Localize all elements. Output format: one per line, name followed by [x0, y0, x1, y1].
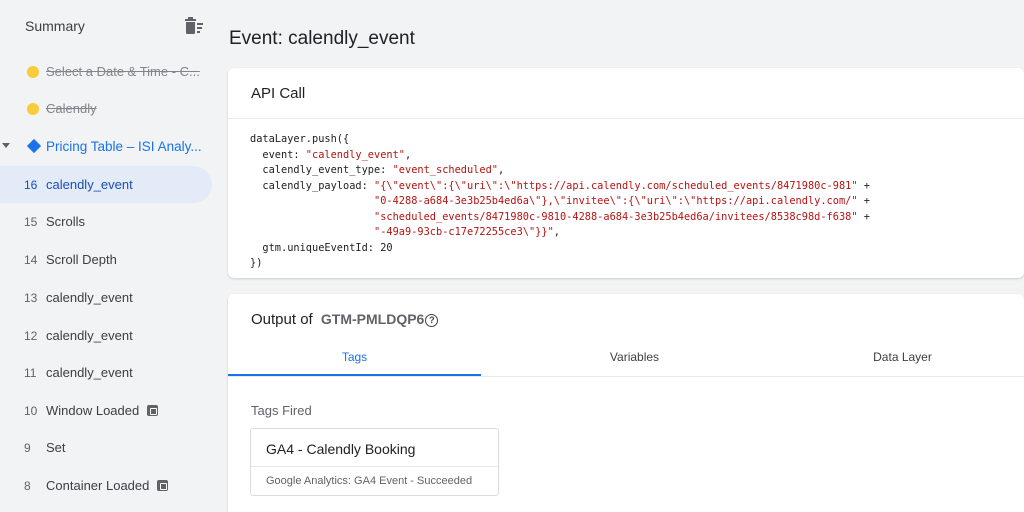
event-number: 11 [24, 365, 37, 380]
output-card: Output of GTM-PMLDQP6? Tags Variables Da… [228, 294, 1024, 512]
delete-sweep-icon[interactable] [184, 17, 204, 35]
api-call-title: API Call [251, 85, 306, 102]
api-call-code: dataLayer.push({ event: "calendly_event"… [250, 133, 870, 269]
event-label: calendly_event [46, 177, 133, 192]
event-label: Scrolls [46, 214, 86, 229]
event-label: Container Loaded [46, 478, 169, 493]
output-title-text: Output of [251, 311, 313, 328]
sidebar-event-8[interactable]: 8 Container Loaded [0, 467, 212, 504]
event-number: 15 [24, 214, 38, 229]
page-title: Event: calendly_event [229, 28, 415, 49]
code-string: "-49a9-93cb-c17e72255ce3\"}}" [374, 226, 554, 238]
event-label: Scroll Depth [46, 252, 117, 267]
sidebar-item-select-date[interactable]: Select a Date & Time - C... [0, 53, 212, 90]
sidebar-event-13[interactable]: 13 calendly_event [0, 279, 212, 316]
event-number: 13 [24, 290, 38, 305]
sidebar-item-calendly[interactable]: Calendly [0, 90, 212, 127]
tab-tags[interactable]: Tags [228, 338, 481, 376]
container-id: GTM-PMLDQP6 [320, 311, 425, 327]
output-title: Output of GTM-PMLDQP6? [251, 311, 439, 328]
event-label-text: Window Loaded [46, 403, 140, 418]
tag-card[interactable]: GA4 - Calendly Booking Google Analytics:… [250, 428, 499, 496]
divider [228, 118, 1024, 119]
sidebar-event-10[interactable]: 10 Window Loaded [0, 392, 212, 429]
sidebar-event-11[interactable]: 11 calendly_event [0, 354, 212, 391]
help-circle-icon[interactable]: ? [425, 314, 439, 327]
tags-fired-label: Tags Fired [251, 403, 312, 418]
container-badge-icon [157, 480, 169, 491]
event-number: 8 [24, 478, 31, 493]
code-string: "event_scheduled" [392, 164, 498, 176]
code-line: }) [250, 257, 263, 269]
tag-status: Google Analytics: GA4 Event - Succeeded [266, 475, 473, 487]
event-label: Set [46, 440, 66, 455]
api-call-card: API Call dataLayer.push({ event: "calend… [228, 68, 1024, 278]
sidebar-event-9[interactable]: 9 Set [0, 429, 212, 466]
event-label: calendly_event [46, 365, 133, 380]
sidebar-item-label: Calendly [46, 101, 97, 116]
tab-data-layer[interactable]: Data Layer [776, 338, 1024, 376]
sidebar-item-label: Select a Date & Time - C... [46, 64, 200, 79]
code-key: calendly_payload: [250, 179, 374, 192]
divider [251, 466, 498, 467]
summary-title: Summary [25, 18, 85, 34]
event-label: calendly_event [46, 328, 133, 343]
code-number: 20 [380, 241, 393, 254]
sidebar: Summary Select a Date & Time - C... Cale… [0, 0, 216, 512]
event-number: 9 [24, 440, 31, 455]
main-panel: Event: calendly_event API Call dataLayer… [216, 0, 1024, 512]
sidebar-group-pricing-table[interactable]: Pricing Table – ISI Analy... [0, 128, 212, 165]
collapse-caret-icon[interactable] [2, 143, 10, 148]
sidebar-event-16[interactable]: 16 calendly_event [0, 166, 212, 203]
blue-diamond-icon [26, 138, 42, 154]
event-label-text: Container Loaded [46, 478, 150, 493]
event-label: calendly_event [46, 290, 133, 305]
sidebar-event-14[interactable]: 14 Scroll Depth [0, 241, 212, 278]
code-line: dataLayer.push({ [250, 133, 350, 145]
yellow-dot-icon [27, 66, 39, 78]
tab-variables[interactable]: Variables [508, 338, 761, 376]
sidebar-event-12[interactable]: 12 calendly_event [0, 317, 212, 354]
event-label: Window Loaded [46, 403, 159, 418]
event-number: 10 [24, 403, 38, 418]
code-key: event: [250, 148, 306, 161]
code-string: "0-4288-a684-3e3b25b4ed6a\"},\"invitee\"… [374, 195, 858, 207]
event-number: 12 [24, 328, 38, 343]
code-string: "{\"event\":{\"uri\":\"https://api.calen… [374, 179, 858, 192]
summary-header[interactable]: Summary [0, 0, 216, 52]
divider [228, 376, 1024, 377]
code-key: calendly_event_type: [250, 164, 393, 176]
code-string: "scheduled_events/8471980c-9810-4288-a68… [374, 210, 858, 223]
event-number: 16 [24, 177, 38, 192]
sidebar-item-label: Pricing Table – ISI Analy... [46, 139, 202, 154]
yellow-dot-icon [27, 103, 39, 115]
code-key: gtm.uniqueEventId: [250, 241, 381, 254]
output-tabs: Tags Variables Data Layer [228, 338, 1024, 376]
event-number: 14 [24, 252, 38, 267]
code-string: "calendly_event" [305, 148, 405, 161]
container-badge-icon [147, 405, 159, 416]
tag-name: GA4 - Calendly Booking [266, 441, 416, 457]
sidebar-event-15[interactable]: 15 Scrolls [0, 203, 212, 240]
